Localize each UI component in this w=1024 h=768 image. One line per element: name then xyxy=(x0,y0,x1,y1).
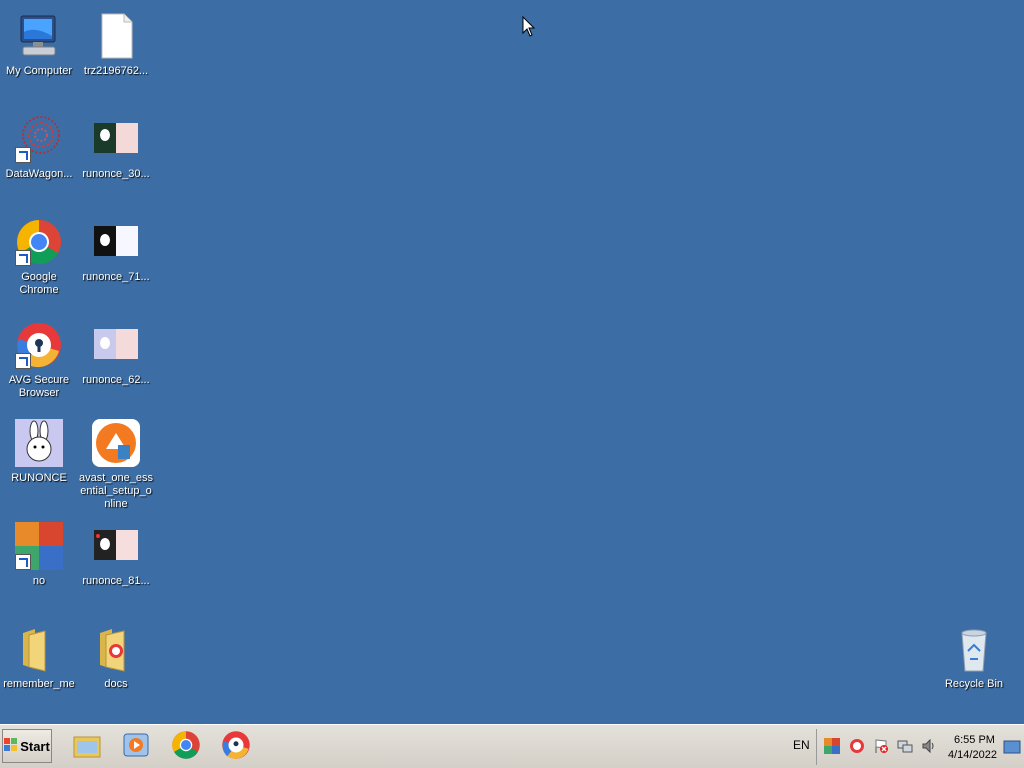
show-desktop-icon[interactable] xyxy=(1003,740,1021,756)
my-computer-icon xyxy=(15,12,63,60)
my-computer-icon-item[interactable]: My Computer xyxy=(0,2,78,78)
shortcut-arrow-icon xyxy=(15,554,31,570)
no-icon-item[interactable]: no xyxy=(0,512,78,588)
datawagon-icon xyxy=(15,115,63,163)
start-button[interactable]: Start xyxy=(2,729,52,763)
runonce-icon-item[interactable]: RUNONCE xyxy=(0,409,78,485)
avg-browser-icon xyxy=(15,321,63,369)
desktop-icon-label: remember_me xyxy=(3,678,75,690)
folder-icon xyxy=(15,625,63,673)
desktop-icon-label: avast_one_essential_setup_online xyxy=(79,472,153,510)
avg-tray-icon[interactable] xyxy=(824,738,840,754)
desktop-icon-label: runonce_81... xyxy=(82,575,150,587)
image-file-icon xyxy=(92,218,140,266)
taskbar: Start xyxy=(0,724,1024,768)
desktop-icon-label: Google Chrome xyxy=(19,271,59,296)
file-explorer-icon xyxy=(72,731,102,764)
datawagon-icon-item[interactable]: DataWagon... xyxy=(0,105,78,181)
desktop-icon-label: RUNONCE xyxy=(11,472,67,484)
clock-date[interactable]: 4/14/2022 xyxy=(948,749,997,761)
shortcut-arrow-icon xyxy=(15,353,31,369)
avg-secure-browser-icon-item[interactable]: AVG Secure Browser xyxy=(0,311,78,400)
media-player-icon xyxy=(122,731,150,764)
trz-file-item[interactable]: trz2196762... xyxy=(77,2,155,78)
clock-time[interactable]: 6:55 PM xyxy=(954,734,995,746)
runonce-81-file-item[interactable]: runonce_81... xyxy=(77,512,155,588)
chrome-taskbar-button[interactable] xyxy=(169,730,203,765)
blank-file-icon xyxy=(92,12,140,60)
runonce-62-file-item[interactable]: runonce_62... xyxy=(77,311,155,387)
desktop-icon-label: runonce_71... xyxy=(82,271,150,283)
desktop-icon-label: DataWagon... xyxy=(5,168,73,180)
docs-folder-icon xyxy=(92,625,140,673)
network-icon[interactable] xyxy=(897,738,913,754)
remember-me-folder-item[interactable]: remember_me xyxy=(0,615,78,691)
shortcut-arrow-icon xyxy=(15,147,31,163)
desktop-icon-label: runonce_62... xyxy=(82,374,150,386)
language-indicator[interactable]: EN xyxy=(793,738,810,752)
avg-antivirus-icon xyxy=(15,522,63,570)
avast-setup-item[interactable]: avast_one_essential_setup_online xyxy=(77,409,155,511)
avg-browser-icon xyxy=(221,730,251,765)
desktop-icon-label: no xyxy=(32,575,46,587)
image-file-icon xyxy=(92,522,140,570)
volume-icon[interactable] xyxy=(921,738,937,754)
chrome-icon xyxy=(15,218,63,266)
docs-folder-item[interactable]: docs xyxy=(77,615,155,691)
desktop-icon-label: My Computer xyxy=(5,65,73,77)
desktop-icon-label: docs xyxy=(104,678,128,690)
desktop-icon-label: trz2196762... xyxy=(83,65,149,77)
mouse-cursor-icon xyxy=(522,15,536,43)
image-file-icon xyxy=(92,321,140,369)
runonce-30-file-item[interactable]: runonce_30... xyxy=(77,105,155,181)
chrome-icon xyxy=(171,730,201,765)
shortcut-arrow-icon xyxy=(15,250,31,266)
action-center-flag-icon[interactable] xyxy=(873,738,889,754)
start-label: Start xyxy=(20,738,50,754)
avg-browser-taskbar-button[interactable] xyxy=(219,730,253,765)
desktop-icon-label: AVG Secure Browser xyxy=(8,374,70,399)
desktop[interactable]: My Computer DataWagon... Google Chrome A… xyxy=(0,0,1024,724)
recycle-bin-item[interactable]: Recycle Bin xyxy=(935,615,1013,691)
windows-logo-icon xyxy=(4,737,18,755)
media-player-taskbar-button[interactable] xyxy=(119,731,153,763)
explorer-taskbar-button[interactable] xyxy=(70,731,104,763)
desktop-icon-label: Recycle Bin xyxy=(944,678,1004,690)
bunny-icon xyxy=(15,419,63,467)
avg-browser-tray-icon[interactable] xyxy=(849,738,865,754)
avast-icon xyxy=(92,419,140,467)
runonce-71-file-item[interactable]: runonce_71... xyxy=(77,208,155,284)
desktop-icon-label: runonce_30... xyxy=(82,168,150,180)
google-chrome-icon-item[interactable]: Google Chrome xyxy=(0,208,78,297)
recycle-bin-icon xyxy=(950,625,998,673)
image-file-icon xyxy=(92,115,140,163)
